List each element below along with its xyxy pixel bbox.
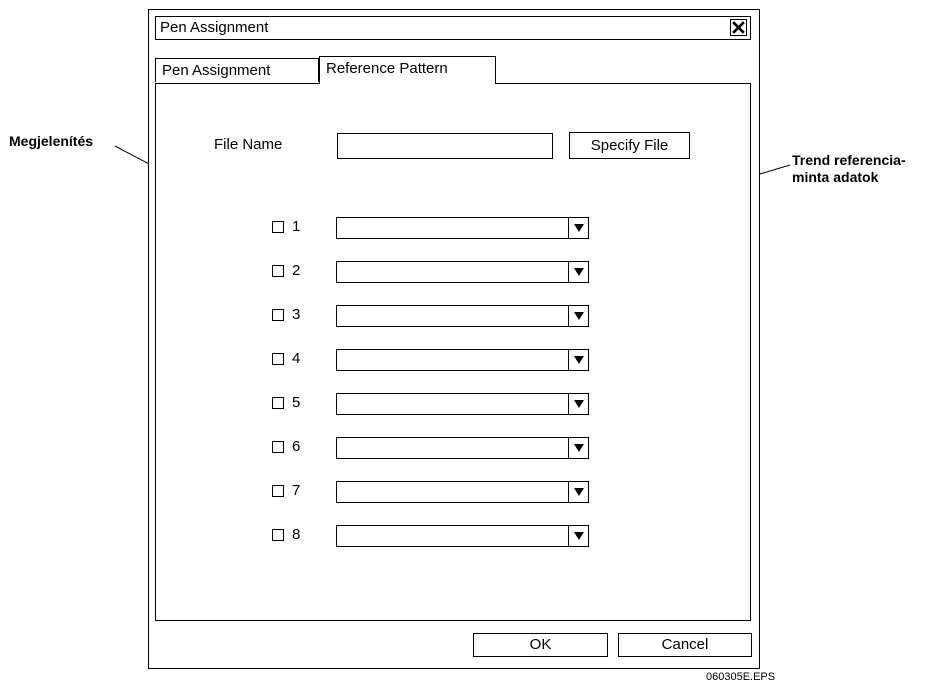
reference-data-select[interactable] [336, 393, 589, 415]
figure-reference: 060305E.EPS [706, 671, 776, 683]
close-icon [732, 21, 745, 34]
pen-row: 6 [156, 437, 752, 459]
pen-assignment-dialog: Pen Assignment Pen Assignment Reference … [148, 9, 760, 669]
annotation-trend-line2: minta adatok [792, 169, 879, 185]
reference-data-select[interactable] [336, 261, 589, 283]
pen-number: 6 [292, 438, 301, 455]
pen-number: 3 [292, 306, 301, 323]
dropdown-arrow-icon[interactable] [568, 306, 588, 326]
reference-data-select[interactable] [336, 481, 589, 503]
pen-row: 2 [156, 261, 752, 283]
dropdown-arrow-icon[interactable] [568, 218, 588, 238]
reference-data-select[interactable] [336, 349, 589, 371]
pen-display-checkbox[interactable] [272, 441, 284, 453]
dropdown-arrow-icon[interactable] [568, 526, 588, 546]
dropdown-arrow-icon[interactable] [568, 262, 588, 282]
pen-row: 1 [156, 217, 752, 239]
pen-number: 7 [292, 482, 301, 499]
pen-number: 5 [292, 394, 301, 411]
annotation-trend-line1: Trend referencia- [792, 152, 906, 168]
file-name-input[interactable] [337, 133, 553, 159]
pen-display-checkbox[interactable] [272, 397, 284, 409]
pen-display-checkbox[interactable] [272, 353, 284, 365]
pen-row: 4 [156, 349, 752, 371]
annotation-megjelenites: Megjelenítés [9, 133, 94, 149]
pen-display-checkbox[interactable] [272, 309, 284, 321]
dropdown-arrow-icon[interactable] [568, 482, 588, 502]
pen-number: 2 [292, 262, 301, 279]
reference-data-select[interactable] [336, 437, 589, 459]
pen-row: 5 [156, 393, 752, 415]
pen-number: 8 [292, 526, 301, 543]
pen-display-checkbox[interactable] [272, 529, 284, 541]
title-bar: Pen Assignment [155, 16, 751, 40]
dropdown-arrow-icon[interactable] [568, 394, 588, 414]
reference-data-select[interactable] [336, 525, 589, 547]
pen-row: 3 [156, 305, 752, 327]
pen-display-checkbox[interactable] [272, 485, 284, 497]
pen-display-checkbox[interactable] [272, 265, 284, 277]
ok-button[interactable]: OK [473, 633, 608, 657]
pen-display-checkbox[interactable] [272, 221, 284, 233]
dropdown-arrow-icon[interactable] [568, 350, 588, 370]
tab-pen-assignment[interactable]: Pen Assignment [155, 58, 319, 82]
close-button[interactable] [730, 19, 747, 36]
pen-number: 4 [292, 350, 301, 367]
file-name-label: File Name [214, 136, 283, 153]
reference-data-select[interactable] [336, 305, 589, 327]
pen-row: 7 [156, 481, 752, 503]
dialog-title: Pen Assignment [160, 19, 269, 36]
tab-reference-pattern[interactable]: Reference Pattern [319, 56, 496, 84]
pen-number: 1 [292, 218, 301, 235]
pen-row: 8 [156, 525, 752, 547]
cancel-button[interactable]: Cancel [618, 633, 752, 657]
dropdown-arrow-icon[interactable] [568, 438, 588, 458]
specify-file-button[interactable]: Specify File [569, 132, 690, 159]
reference-data-select[interactable] [336, 217, 589, 239]
reference-pattern-panel: File Name Specify File 1 2 3 4 5 6 7 8 [155, 83, 751, 621]
